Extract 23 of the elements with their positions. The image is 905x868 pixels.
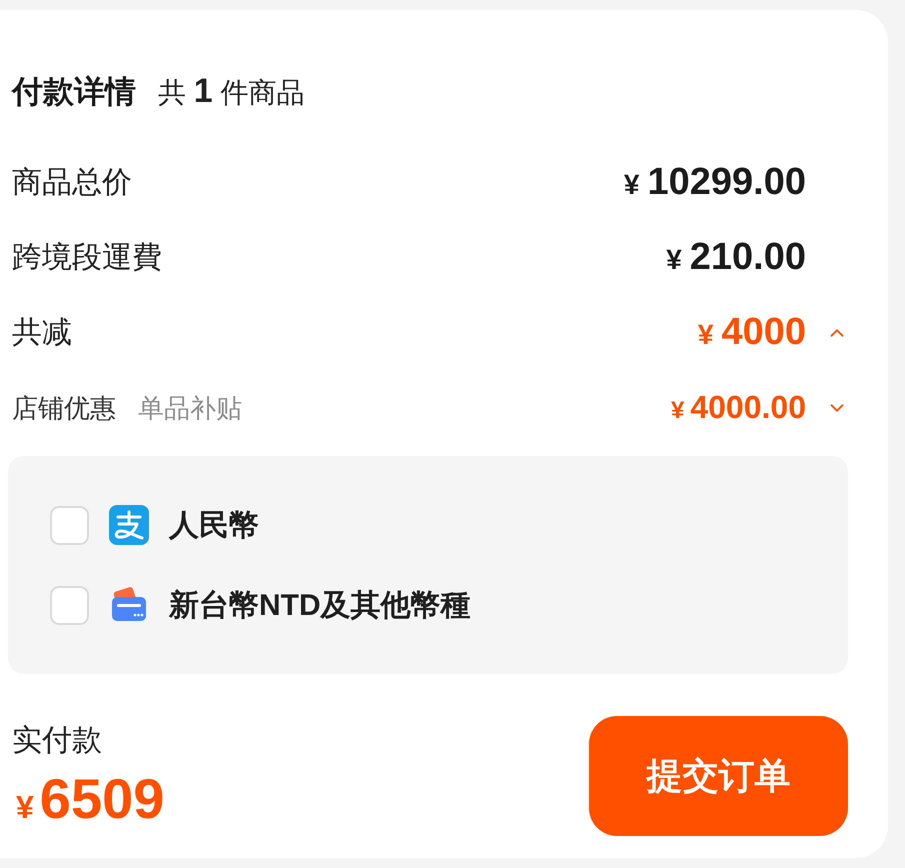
checkbox[interactable] [50, 506, 89, 544]
currency-sign: ¥ [670, 396, 684, 426]
payment-app-icon [109, 505, 149, 545]
amount-value: 210.00 [690, 234, 806, 278]
row-label: 共减 [12, 316, 72, 348]
payment-option-label[interactable]: 新台幣NTD及其他幣種 [169, 582, 471, 628]
total-label: 实付款 [12, 723, 103, 759]
amount-value: 4000 [721, 310, 806, 354]
section-title: 付款详情 [12, 73, 136, 111]
payment-option-label[interactable]: 人民幣 [169, 502, 259, 548]
total-amount: 6509 [40, 767, 164, 831]
item-count: 共 1 件商品 [158, 71, 304, 112]
row-label: 跨境段運費 [12, 240, 162, 274]
amount-value: 10299.00 [648, 160, 806, 204]
row-label: 商品总价 [12, 166, 132, 198]
currency-sign: ¥ [666, 242, 682, 276]
row-label: 店铺优惠 [12, 392, 116, 424]
row-note: 单品补贴 [138, 392, 242, 424]
currency-sign: ¥ [16, 788, 34, 827]
checkbox[interactable] [50, 586, 89, 624]
currency-sign: ¥ [624, 168, 640, 202]
amount-value: 4000.00 [690, 388, 806, 426]
currency-sign: ¥ [698, 318, 714, 352]
